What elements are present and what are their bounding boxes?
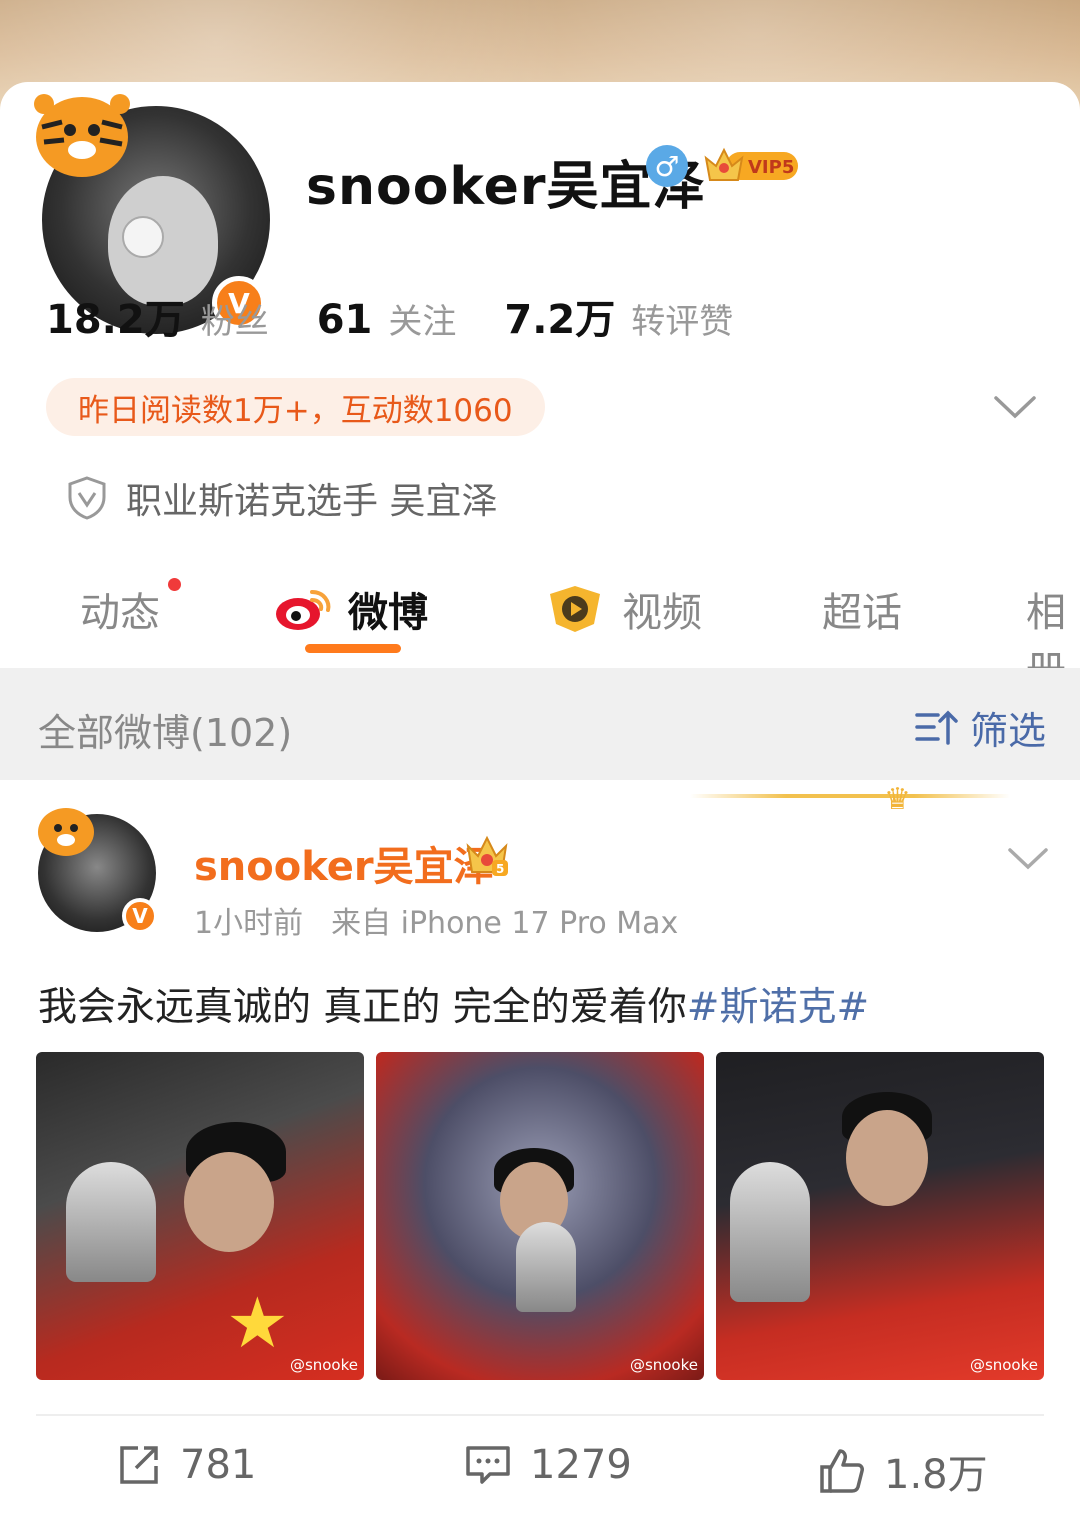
post-divider (36, 1414, 1044, 1416)
shield-check-icon (68, 476, 106, 520)
svg-text:5: 5 (496, 862, 504, 876)
vip-crown-icon: 5 (466, 835, 508, 876)
tab-video[interactable]: 视频 (544, 580, 702, 638)
comment-icon (466, 1446, 510, 1484)
filter-sort-icon (915, 710, 958, 745)
image-watermark: @snooke (289, 1356, 358, 1374)
like-button[interactable]: 1.8万 (818, 1442, 988, 1500)
chevron-down-icon[interactable] (1006, 846, 1050, 872)
post-meta: 1小时前 来自 iPhone 17 Pro Max (194, 898, 678, 942)
profile-stats: 18.2万 粉丝 61 关注 7.2万 转评赞 (46, 287, 733, 345)
post-text: 我会永远真诚的 真正的 完全的爱着你#斯诺克# (38, 985, 870, 1030)
engagement-count[interactable]: 7.2万 (504, 297, 615, 343)
active-tab-indicator (305, 644, 401, 653)
crown-decoration-icon: ♛ (884, 782, 911, 817)
tiger-decoration-icon (38, 808, 94, 856)
repost-icon (120, 1446, 158, 1484)
repost-count: 781 (180, 1442, 257, 1488)
post-filter-bar: 全部微博(102) 筛选 (0, 668, 1080, 780)
post-image-3[interactable]: @snooke (716, 1052, 1044, 1380)
thumbs-up-icon (820, 1449, 864, 1493)
verification-text: 职业斯诺克选手 吴宜泽 (126, 481, 498, 522)
chevron-down-icon[interactable] (992, 394, 1038, 422)
repost-button[interactable]: 781 (116, 1442, 256, 1488)
like-count: 1.8万 (884, 1452, 988, 1498)
post-source: 来自 iPhone 17 Pro Max (331, 906, 679, 941)
tiger-decoration-icon (34, 94, 130, 177)
profile-tabs: 动态 微博 视频 超话 相册 (0, 572, 1080, 694)
svg-text:VIP5: VIP5 (748, 157, 794, 178)
profile-card: V snooker吴宜泽 ♂ VIP5 18.2万 粉丝 61 关注 7.2万 转评赞 昨… (0, 82, 1080, 694)
crown-decoration-line (690, 794, 1010, 798)
post-image-1[interactable]: ★ @snooke (36, 1052, 364, 1380)
engagement-label[interactable]: 转评赞 (631, 302, 733, 342)
comment-button[interactable]: 1279 (464, 1442, 632, 1488)
weibo-logo-icon (276, 590, 331, 630)
gender-male-icon: ♂ (646, 145, 688, 187)
tab-dynamics[interactable]: 动态 (80, 580, 160, 638)
image-watermark: @snooke (629, 1356, 698, 1374)
image-watermark: @snooke (969, 1356, 1038, 1374)
read-summary-pill[interactable]: 昨日阅读数1万+，互动数1060 (46, 378, 545, 436)
profile-username: snooker吴宜泽 (306, 157, 706, 217)
all-posts-count[interactable]: 全部微博(102) (38, 702, 292, 757)
post-author-name[interactable]: snooker吴宜泽 (194, 834, 494, 892)
filter-button[interactable]: 筛选 (914, 700, 1046, 755)
tab-super-topic[interactable]: 超话 (822, 580, 902, 638)
video-play-icon (550, 586, 600, 632)
notification-dot (168, 578, 181, 591)
followers-count[interactable]: 18.2万 (46, 297, 185, 343)
weibo-post-card[interactable]: ♛ V snooker吴宜泽 5 1小时前 来自 iPhone 17 Pro Ma… (0, 780, 1080, 1519)
post-time: 1小时前 (194, 906, 304, 941)
vip-crown-badge[interactable]: VIP5 (704, 144, 800, 186)
following-count[interactable]: 61 (317, 297, 373, 343)
following-label[interactable]: 关注 (388, 302, 456, 342)
followers-label[interactable]: 粉丝 (201, 302, 269, 342)
tab-weibo[interactable]: 微博 (272, 580, 428, 638)
post-actions: 781 1279 1.8万 (0, 1442, 1080, 1512)
post-image-2[interactable]: @snooke (376, 1052, 704, 1380)
post-author-avatar[interactable]: V (38, 808, 158, 934)
verification-info: 职业斯诺克选手 吴宜泽 (66, 472, 497, 524)
hashtag-link[interactable]: #斯诺克# (687, 985, 869, 1030)
verified-v-badge: V (122, 898, 158, 934)
comment-count: 1279 (530, 1442, 632, 1488)
